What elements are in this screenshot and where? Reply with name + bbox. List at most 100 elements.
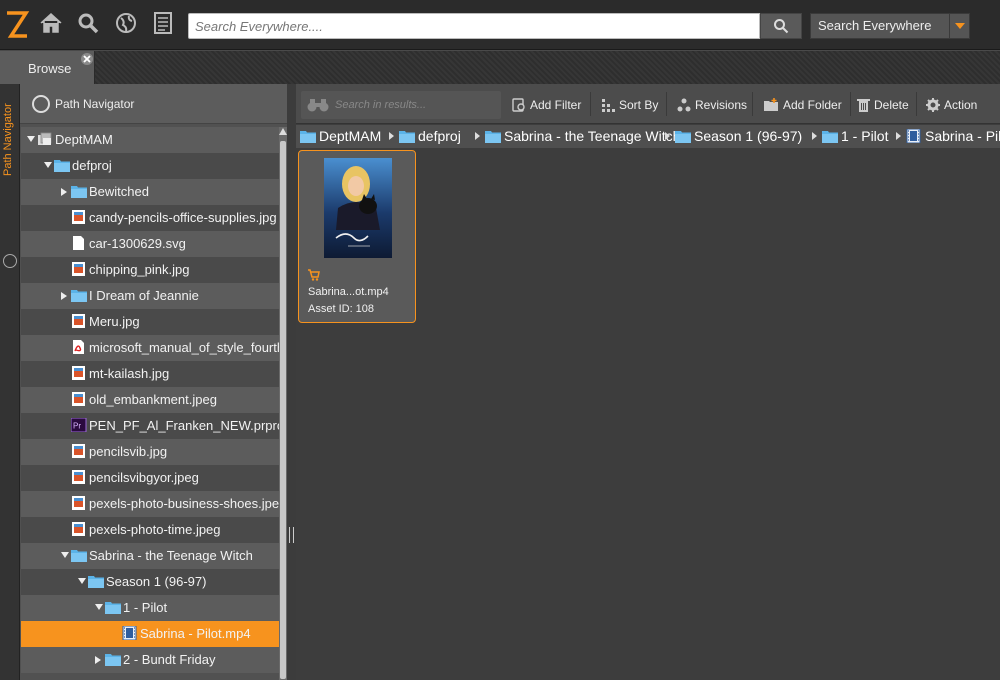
tab-browse[interactable]: Browse [0,51,95,84]
tree-item[interactable]: defproj [21,153,279,179]
cart-icon[interactable] [308,269,320,281]
tree-item[interactable]: Bewitched [21,179,279,205]
svg-text:Pr: Pr [73,422,81,431]
global-search-input[interactable] [188,13,760,39]
folder-icon [105,652,121,666]
close-icon[interactable] [81,53,93,65]
image-file-icon [71,392,87,406]
folder-tree: DeptMAM defproj Bewitched candy-pencils-off… [21,127,279,680]
tree-item[interactable]: Pr PEN_PF_Al_Franken_NEW.prproj [21,413,279,439]
panel-splitter[interactable] [287,84,296,680]
results-search[interactable] [301,91,501,119]
compass-icon[interactable] [3,254,17,268]
tree-item[interactable]: microsoft_manual_of_style_fourth_e [21,335,279,361]
sort-by-button[interactable]: Sort By [597,91,662,119]
top-bar: Search Everywhere [0,0,1000,50]
tree-item-label: car-1300629.svg [89,236,186,251]
gear-icon [926,98,940,112]
filter-icon [512,98,525,112]
toolbar-divider [590,92,591,116]
folder-icon [71,288,87,302]
folder-icon [300,129,316,143]
action-button[interactable]: Action [922,91,981,119]
delete-button[interactable]: Delete [853,91,913,119]
expand-closed-icon[interactable] [61,188,67,196]
expand-open-icon[interactable] [95,604,103,610]
tree-item-label: microsoft_manual_of_style_fourth_e [89,340,279,355]
tree-item[interactable]: candy-pencils-office-supplies.jpg [21,205,279,231]
tree-item-label: Meru.jpg [89,314,140,329]
chevron-right-icon [389,132,394,140]
expand-open-icon[interactable] [44,162,52,168]
tree-item-label: Sabrina - Pilot.mp4 [140,626,251,641]
tree-item[interactable]: pexels-photo-time.jpeg [21,517,279,543]
z-logo-icon[interactable] [4,8,30,42]
results-panel: Add Filter Sort By Revisions Add Folder … [296,84,1000,680]
breadcrumb-label: defproj [418,128,461,144]
tree-item-label: old_embankment.jpeg [89,392,217,407]
breadcrumb-item[interactable]: Sabrina - the Teenage Witch [485,128,680,144]
breadcrumb-item[interactable]: Sabrina - Pilot [906,128,1000,144]
path-navigator-panel: Path Navigator DeptMAM defproj Bewitched ca… [20,84,287,680]
tree-item-label: I Dream of Jeannie [89,288,199,303]
tree-item[interactable]: car-1300629.svg [21,231,279,257]
add-folder-icon [764,98,778,111]
asset-card[interactable]: Sabrina...ot.mp4 Asset ID: 108 [298,150,416,323]
tree-item[interactable]: Season 1 (96-97) [21,569,279,595]
tree-item-label: Bewitched [89,184,149,199]
results-search-input[interactable] [335,95,495,115]
scroll-thumb[interactable] [280,141,286,679]
tree-item[interactable]: chipping_pink.jpg [21,257,279,283]
chevron-right-icon [665,132,670,140]
tree-item[interactable]: Meru.jpg [21,309,279,335]
breadcrumb-item[interactable]: defproj [399,128,461,144]
expand-closed-icon[interactable] [95,656,101,664]
image-file-icon [71,470,87,484]
scroll-up-arrow-icon[interactable] [279,128,287,135]
side-rail: Path Navigator [0,84,20,680]
breadcrumb-item[interactable]: DeptMAM [300,128,381,144]
tree-item[interactable]: 2 - Bundt Friday [21,647,279,673]
revisions-button[interactable]: Revisions [673,91,751,119]
chevron-down-icon [949,14,969,38]
results-toolbar: Add Filter Sort By Revisions Add Folder … [296,84,1000,124]
tree-item[interactable]: pencilsvib.jpg [21,439,279,465]
tree-item-label: Sabrina - the Teenage Witch [89,548,253,563]
search-scope-value: Search Everywhere [818,18,932,33]
expand-closed-icon[interactable] [61,292,67,300]
asset-thumbnail[interactable] [324,158,392,258]
breadcrumb-item[interactable]: 1 - Pilot [822,128,888,144]
search-scope-select[interactable]: Search Everywhere [810,13,970,39]
expand-open-icon[interactable] [78,578,86,584]
folder-icon [399,129,415,143]
tree-scrollbar[interactable] [279,127,287,680]
tree-item[interactable]: mt-kailash.jpg [21,361,279,387]
grip-icon [289,527,294,543]
list-icon[interactable] [150,10,176,36]
tree-item[interactable]: old_embankment.jpeg [21,387,279,413]
breadcrumb-item[interactable]: Season 1 (96-97) [675,128,802,144]
breadcrumb-label: Sabrina - Pilot [925,128,1000,144]
tree-item[interactable]: pencilsvibgyor.jpeg [21,465,279,491]
search-icon[interactable] [75,10,101,36]
expand-open-icon[interactable] [27,136,35,142]
tree-item[interactable]: pexels-photo-business-shoes.jpeg [21,491,279,517]
chevron-right-icon [896,132,901,140]
breadcrumb-label: DeptMAM [319,128,382,144]
asset-name: Sabrina...ot.mp4 [308,286,389,298]
expand-open-icon[interactable] [61,552,69,558]
add-filter-button[interactable]: Add Filter [508,91,585,119]
folder-icon [675,129,691,143]
breadcrumb-label: 1 - Pilot [841,128,889,144]
home-icon[interactable] [38,10,64,36]
rail-tab-path-navigator[interactable]: Path Navigator [2,92,14,176]
tree-item[interactable]: Sabrina - the Teenage Witch [21,543,279,569]
tree-item[interactable]: Sabrina - Pilot.mp4 [21,621,279,647]
tree-item[interactable]: I Dream of Jeannie [21,283,279,309]
tree-item[interactable]: DeptMAM [21,127,279,153]
add-folder-label: Add Folder [783,98,842,112]
add-folder-button[interactable]: Add Folder [759,91,846,119]
globe-icon[interactable] [113,10,139,36]
search-button[interactable] [760,13,802,39]
tree-item[interactable]: 1 - Pilot [21,595,279,621]
